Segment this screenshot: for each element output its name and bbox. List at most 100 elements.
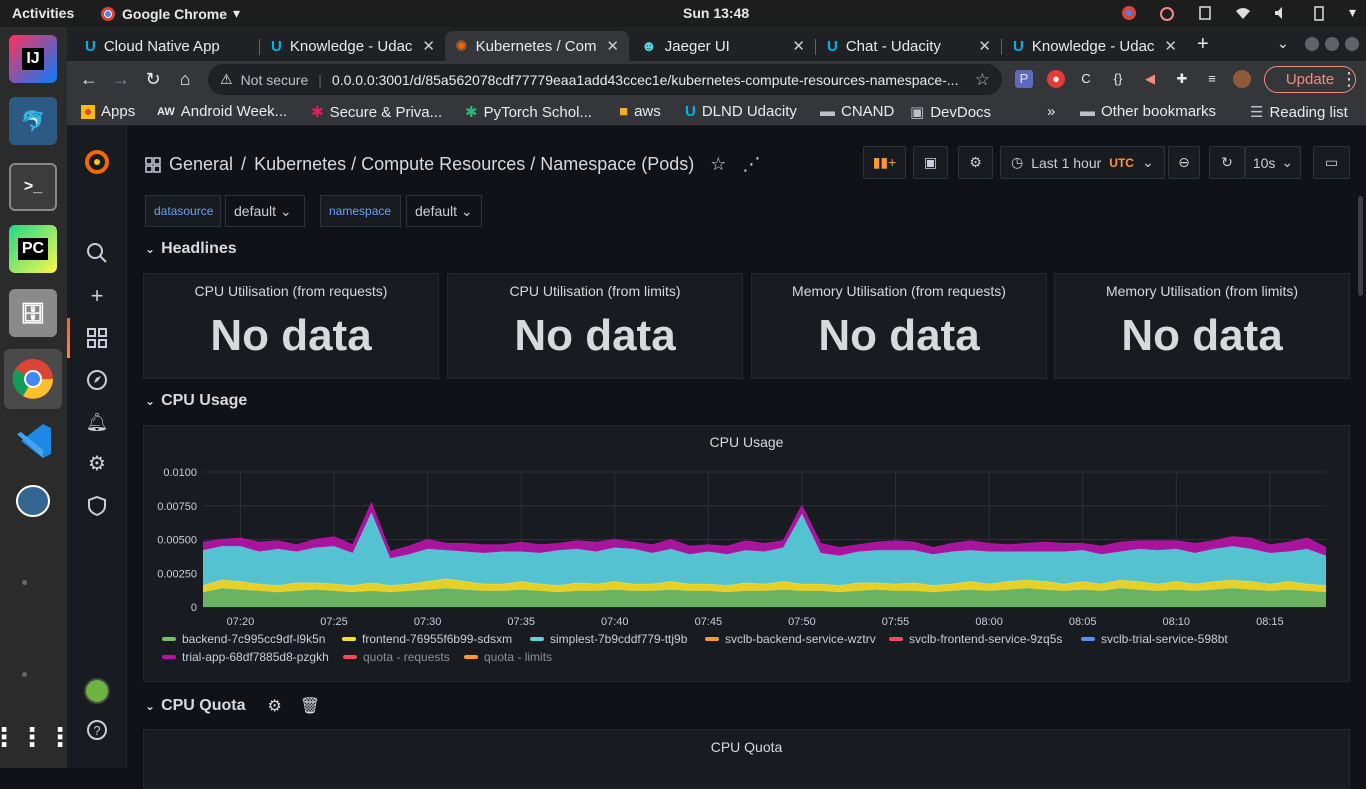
home-icon[interactable]: ⌂	[173, 69, 197, 93]
legend-item[interactable]: svclb-frontend-service-9zq5s	[889, 632, 1062, 646]
extension-icon[interactable]: C	[1077, 70, 1095, 88]
dashboards-icon[interactable]	[85, 326, 109, 350]
tab[interactable]: U Knowledge - Udac ✕	[1003, 31, 1187, 61]
dashboard-title[interactable]: Kubernetes / Compute Resources / Namespa…	[254, 154, 694, 175]
stat-panel[interactable]: CPU Utilisation (from limits) No data	[447, 273, 743, 379]
tab[interactable]: U Knowledge - Udac ✕	[261, 31, 445, 61]
page-scrollbar[interactable]	[1356, 126, 1366, 768]
legend-item[interactable]: trial-app-68df7885d8-pzgkh	[162, 650, 329, 664]
refresh-interval-picker[interactable]: 10s ⌄	[1245, 146, 1301, 179]
legend-item[interactable]: backend-7c995cc9df-l9k5n	[162, 632, 325, 646]
pycharm-icon[interactable]: PC	[9, 225, 57, 273]
close-tab-icon[interactable]: ✕	[1164, 37, 1177, 55]
tab[interactable]: U Cloud Native App	[75, 31, 259, 61]
more-bookmarks-icon[interactable]: »	[1047, 103, 1055, 120]
bookmark-star-icon[interactable]: ☆	[975, 70, 990, 90]
extension-icon[interactable]: P	[1015, 70, 1033, 88]
search-icon[interactable]	[85, 241, 109, 265]
server-admin-shield-icon[interactable]	[85, 494, 109, 518]
stat-panel[interactable]: CPU Utilisation (from requests) No data	[143, 273, 439, 379]
bookmark-item[interactable]: ▣ DevDocs	[910, 103, 991, 122]
reload-icon[interactable]: ↻	[141, 69, 165, 93]
legend-item[interactable]: simplest-7b9cddf779-ttj9b	[530, 632, 687, 646]
postgres-icon[interactable]	[9, 479, 57, 527]
legend-item[interactable]: svclb-trial-service-598bt	[1081, 632, 1228, 646]
tab-active[interactable]: ✺ Kubernetes / Com ✕	[445, 31, 629, 61]
stat-panel[interactable]: Memory Utilisation (from limits) No data	[1054, 273, 1350, 379]
stat-panel[interactable]: Memory Utilisation (from requests) No da…	[751, 273, 1047, 379]
power-menu-icon[interactable]: ▾	[1349, 4, 1356, 21]
save-dashboard-button[interactable]: ▣	[913, 146, 948, 179]
mysql-workbench-icon[interactable]: 🐬	[9, 97, 57, 145]
datasource-select[interactable]: default ⌄	[225, 195, 305, 227]
star-dashboard-icon[interactable]: ☆	[710, 154, 726, 175]
tab[interactable]: ☻ Jaeger UI ✕	[631, 31, 815, 61]
create-plus-icon[interactable]: +	[85, 284, 109, 308]
battery-icon[interactable]	[1311, 5, 1327, 21]
grafana-logo-icon[interactable]	[83, 148, 111, 176]
terminal-icon[interactable]: >_	[9, 163, 57, 211]
legend-item[interactable]: quota - requests	[343, 650, 450, 664]
forward-icon[interactable]: →	[109, 69, 133, 93]
close-tab-icon[interactable]: ✕	[792, 37, 805, 55]
cpu-quota-panel[interactable]: CPU Quota	[143, 729, 1350, 789]
cpu-usage-panel[interactable]: CPU Usage 0 0.00250 0.00500 0.00750 0.0100 07…	[143, 425, 1350, 682]
other-bookmarks[interactable]: ▬ Other bookmarks	[1080, 103, 1216, 120]
share-icon[interactable]: ⋰	[742, 154, 760, 175]
reading-list[interactable]: ☰ Reading list	[1250, 103, 1348, 122]
dashboard-settings-button[interactable]: ⚙	[958, 146, 993, 179]
activities-button[interactable]: Activities	[12, 5, 74, 21]
scrollbar-thumb[interactable]	[1358, 196, 1363, 296]
user-avatar[interactable]	[84, 678, 110, 704]
explore-compass-icon[interactable]	[85, 368, 109, 392]
configuration-gear-icon[interactable]: ⚙	[85, 452, 109, 476]
volume-icon[interactable]	[1273, 5, 1289, 21]
chrome-tray-icon[interactable]	[1121, 5, 1137, 21]
extension-icon[interactable]: {}	[1109, 70, 1127, 88]
legend-item[interactable]: frontend-76955f6b99-sdsxm	[342, 632, 512, 646]
breadcrumb-folder[interactable]: General	[169, 154, 233, 175]
refresh-button[interactable]: ↻	[1209, 146, 1245, 179]
profile-avatar[interactable]	[1233, 70, 1251, 88]
close-tab-icon[interactable]: ✕	[422, 37, 435, 55]
tab-search-icon[interactable]: ⌄	[1277, 35, 1289, 52]
back-icon[interactable]: ←	[77, 69, 101, 93]
media-icon[interactable]: ≡	[1203, 70, 1221, 88]
namespace-select[interactable]: default ⌄	[406, 195, 482, 227]
row-delete-trash-icon[interactable]: 🗑︎	[300, 696, 320, 716]
close-tab-icon[interactable]: ✕	[978, 37, 991, 55]
alarm-icon[interactable]	[1159, 5, 1175, 21]
bookmark-item[interactable]: ✱ Secure & Priva...	[311, 103, 442, 122]
bookmark-item[interactable]: ■ aws	[619, 103, 661, 120]
bookmark-item[interactable]: ✱ PyTorch Schol...	[465, 103, 592, 122]
bookmark-item[interactable]: U DLND Udacity	[685, 103, 797, 120]
extension-icon[interactable]: ●	[1047, 70, 1065, 88]
wifi-icon[interactable]	[1235, 5, 1251, 21]
row-headlines[interactable]: ⌄ Headlines	[145, 240, 237, 258]
show-apps-icon[interactable]: ⋮⋮⋮	[0, 713, 73, 761]
tv-mode-button[interactable]: ▭	[1313, 146, 1350, 179]
extensions-puzzle-icon[interactable]: ✚	[1173, 70, 1191, 88]
chrome-dock-icon[interactable]	[4, 349, 62, 409]
vscode-icon[interactable]	[9, 417, 57, 465]
bookmark-folder[interactable]: ▬ CNAND	[820, 103, 894, 120]
legend-item[interactable]: quota - limits	[464, 650, 552, 664]
intellij-icon[interactable]: IJ	[9, 35, 57, 83]
bookmark-apps[interactable]: Apps	[81, 103, 135, 120]
maximize-icon[interactable]	[1325, 37, 1339, 51]
chrome-menu-icon[interactable]: ⋮	[1337, 69, 1361, 93]
row-settings-gear-icon[interactable]: ⚙	[268, 696, 282, 716]
help-icon[interactable]: ?	[85, 718, 109, 742]
bookmark-item[interactable]: AW Android Week...	[157, 103, 287, 120]
tab[interactable]: U Chat - Udacity ✕	[817, 31, 1001, 61]
close-window-icon[interactable]	[1345, 37, 1359, 51]
add-panel-button[interactable]: ▮▮+	[863, 146, 906, 179]
extension-icon[interactable]: ◀	[1141, 70, 1159, 88]
time-picker-button[interactable]: ◷ Last 1 hour UTC ⌄	[1000, 146, 1165, 179]
address-bar[interactable]: ⚠ Not secure | 0.0.0.0:3001/d/85a562078c…	[208, 64, 1002, 95]
clipboard-icon[interactable]	[1197, 5, 1213, 21]
minimize-icon[interactable]	[1305, 37, 1319, 51]
files-icon[interactable]: 🗄	[9, 289, 57, 337]
row-cpu-quota[interactable]: ⌄ CPU Quota ⚙ 🗑︎	[145, 696, 320, 716]
legend-item[interactable]: svclb-backend-service-wztrv	[705, 632, 876, 646]
